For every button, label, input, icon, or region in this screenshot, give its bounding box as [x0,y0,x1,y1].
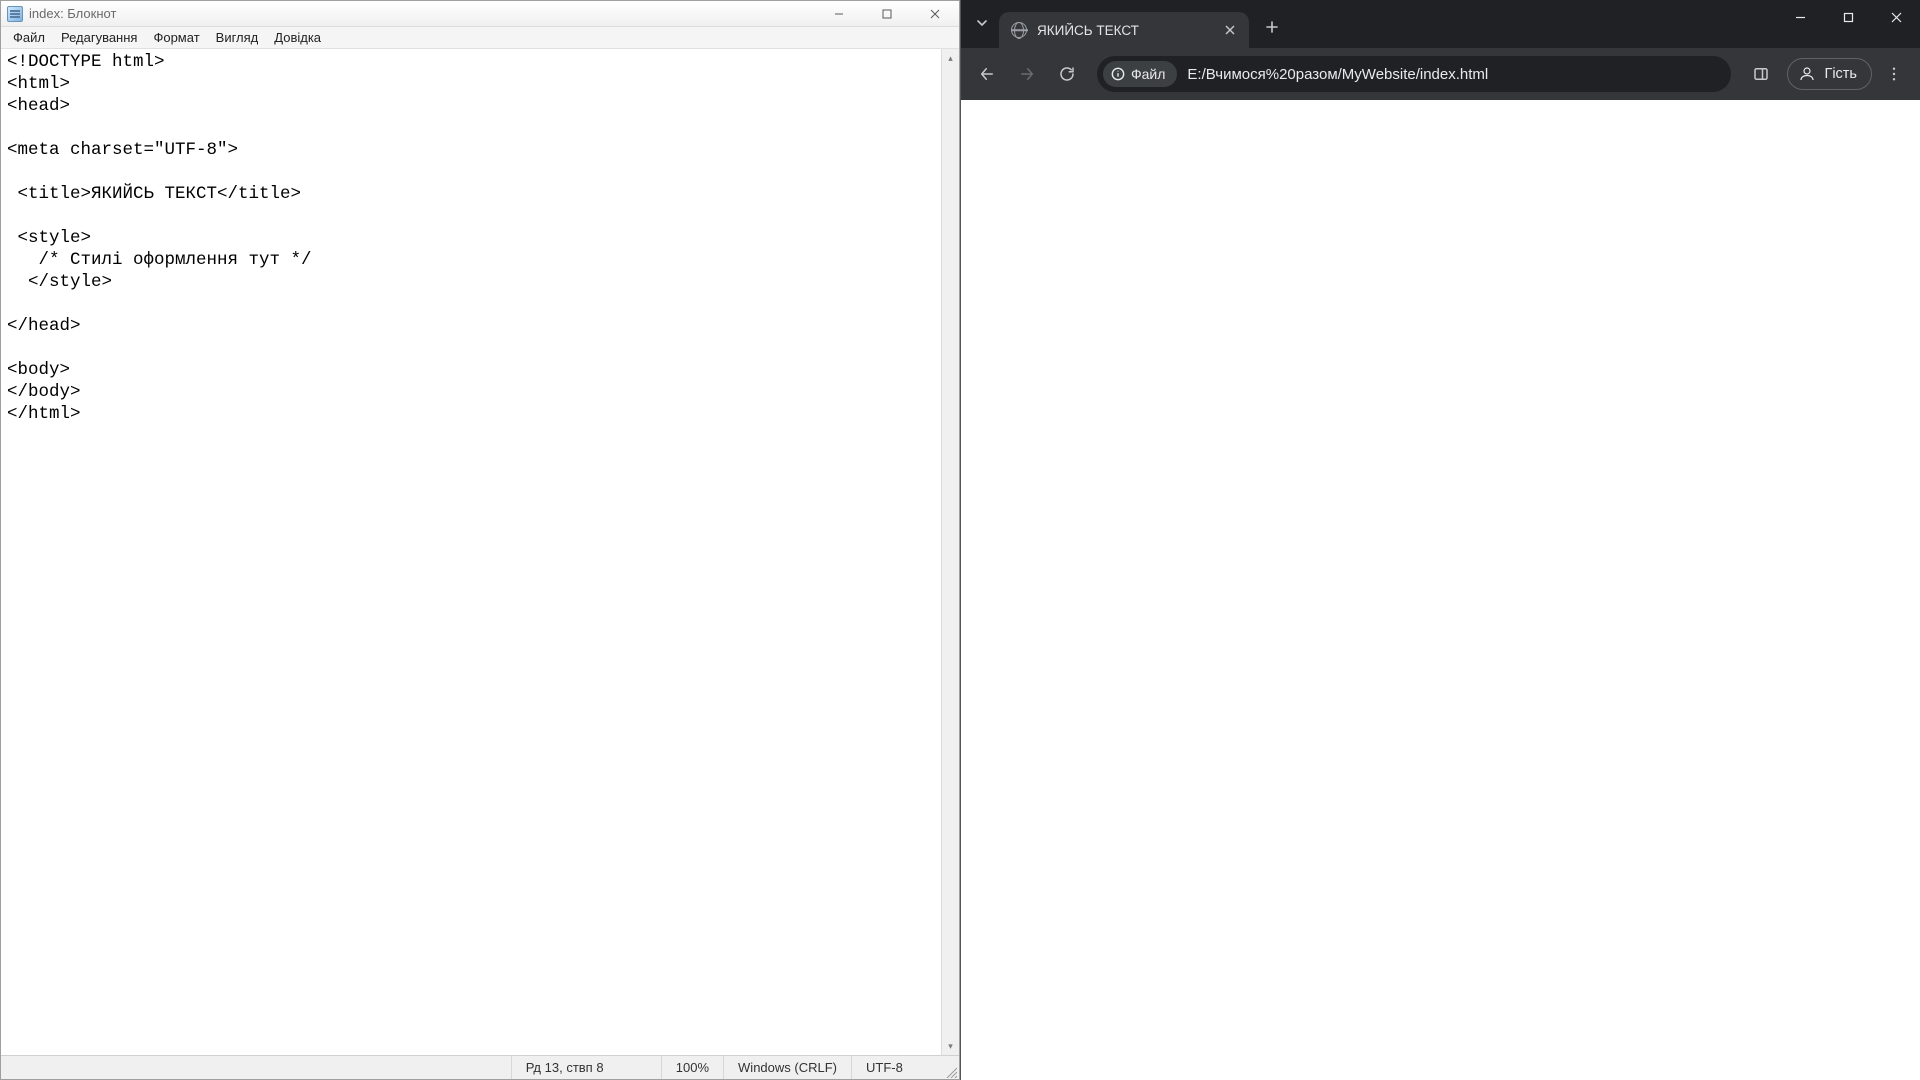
notepad-title: index: Блокнот [29,6,116,21]
status-cursor-position: Рд 13, ствп 8 [511,1056,661,1079]
address-bar[interactable]: Файл E:/Вчимося%20разом/MyWebsite/index.… [1097,56,1731,92]
tab-search-button[interactable] [967,8,997,38]
maximize-button[interactable] [863,1,911,27]
resize-grip-icon[interactable] [941,1056,959,1080]
status-zoom: 100% [661,1056,723,1079]
notepad-app-icon [7,6,23,22]
scroll-down-icon[interactable]: ▾ [942,1037,959,1055]
notepad-text-area[interactable]: <!DOCTYPE html> <html> <head> <meta char… [1,49,941,1055]
close-button[interactable] [911,1,959,27]
chrome-window: ЯКИЙСЬ ТЕКСТ [960,0,1920,1080]
chrome-toolbar: Файл E:/Вчимося%20разом/MyWebsite/index.… [961,48,1920,100]
tab-close-button[interactable] [1221,21,1239,39]
info-icon [1111,67,1125,81]
notepad-titlebar[interactable]: index: Блокнот [1,1,959,27]
menu-view[interactable]: Вигляд [208,28,267,47]
reload-button[interactable] [1049,56,1085,92]
menu-edit[interactable]: Редагування [53,28,146,47]
status-encoding: UTF-8 [851,1056,941,1079]
chrome-close-button[interactable] [1872,0,1920,34]
file-chip-label: Файл [1131,66,1165,82]
notepad-menubar: Файл Редагування Формат Вигляд Довідка [1,27,959,49]
scroll-up-icon[interactable]: ▴ [942,49,959,67]
side-panel-button[interactable] [1743,56,1779,92]
forward-button[interactable] [1009,56,1045,92]
globe-icon [1011,22,1027,38]
tab-title: ЯКИЙСЬ ТЕКСТ [1037,23,1213,38]
profile-label: Гість [1824,66,1857,82]
minimize-button[interactable] [815,1,863,27]
file-origin-chip[interactable]: Файл [1103,61,1177,87]
menu-file[interactable]: Файл [5,28,53,47]
browser-tab[interactable]: ЯКИЙСЬ ТЕКСТ [999,12,1249,48]
profile-guest-button[interactable]: Гість [1787,58,1872,90]
menu-help[interactable]: Довідка [266,28,329,47]
person-icon [1798,65,1816,83]
chrome-tabstrip: ЯКИЙСЬ ТЕКСТ [961,0,1920,48]
address-bar-url: E:/Вчимося%20разом/MyWebsite/index.html [1187,66,1488,83]
chrome-maximize-button[interactable] [1824,0,1872,34]
vertical-scrollbar[interactable]: ▴ ▾ [941,49,959,1055]
status-line-ending: Windows (CRLF) [723,1056,851,1079]
chrome-menu-button[interactable] [1876,56,1912,92]
browser-viewport[interactable] [961,100,1920,1080]
notepad-window: index: Блокнот Файл Редагування Формат В… [0,0,960,1080]
menu-format[interactable]: Формат [145,28,207,47]
back-button[interactable] [969,56,1005,92]
notepad-statusbar: Рд 13, ствп 8 100% Windows (CRLF) UTF-8 [1,1055,959,1079]
new-tab-button[interactable] [1257,12,1287,42]
chrome-minimize-button[interactable] [1776,0,1824,34]
